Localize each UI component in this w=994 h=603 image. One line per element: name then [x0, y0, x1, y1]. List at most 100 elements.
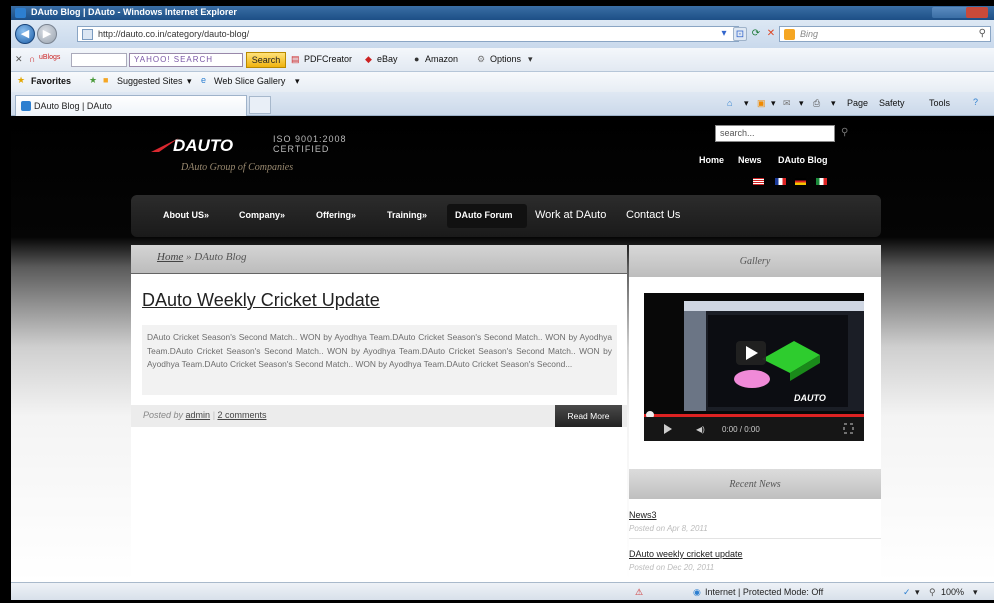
flag-france-icon[interactable] — [775, 178, 786, 185]
main-column — [131, 274, 627, 582]
iso-line1: ISO 9001:2008 — [273, 134, 347, 144]
web-page: DAUTO ISO 9001:2008 CERTIFIED DAuto Grou… — [11, 117, 994, 582]
yahoo-search-button[interactable]: Search — [246, 52, 286, 68]
back-button[interactable]: ◀ — [15, 24, 35, 44]
nav-about-us[interactable]: About US» — [163, 210, 209, 220]
search-icon[interactable]: ⚲ — [979, 28, 986, 39]
status-bar: ⚠ ◉ Internet | Protected Mode: Off ✓ ▾ ⚲… — [11, 582, 994, 600]
tools-menu[interactable]: Tools — [929, 98, 950, 108]
site-search-input[interactable]: search... — [715, 125, 835, 142]
video-progress[interactable] — [644, 414, 864, 417]
nav-offering[interactable]: Offering» — [316, 210, 356, 220]
breadcrumb-home[interactable]: Home — [157, 251, 183, 263]
top-link-home[interactable]: Home — [699, 155, 724, 165]
address-text: http://dauto.co.in/category/dauto-blog/ — [98, 29, 250, 39]
top-link-news[interactable]: News — [738, 155, 762, 165]
news-item-title[interactable]: News3 — [629, 510, 657, 520]
dauto-logo[interactable]: DAUTO — [149, 132, 267, 158]
gallery-video[interactable]: DAUTO ◀) 0:00 / 0:00 — [644, 293, 864, 441]
flag-italy-icon[interactable] — [816, 178, 827, 185]
forward-button[interactable]: ▶ — [37, 24, 57, 44]
ebay-icon: ◆ — [365, 54, 372, 64]
browser-window: DAuto Blog | DAuto - Windows Internet Ex… — [11, 0, 994, 603]
nav-contact-us[interactable]: Contact Us — [626, 209, 680, 221]
web-slice-gallery-link[interactable]: Web Slice Gallery — [214, 76, 285, 86]
zoom-chevron-icon[interactable]: ▾ — [973, 587, 978, 598]
post-meta: Posted by admin | 2 comments — [143, 410, 267, 420]
nav-forum[interactable]: DAuto Forum — [455, 210, 513, 220]
flag-germany-icon[interactable] — [795, 178, 806, 185]
volume-icon[interactable]: ◀) — [696, 425, 705, 434]
nav-work-at-dauto[interactable]: Work at DAuto — [535, 209, 606, 221]
print-chevron-icon[interactable]: ▾ — [831, 98, 836, 109]
print-icon[interactable]: ⎙ — [813, 98, 820, 109]
site-search-icon[interactable]: ⚲ — [841, 127, 848, 138]
internet-zone-icon: ◉ — [693, 587, 701, 597]
favorites-button[interactable]: Favorites — [31, 76, 71, 86]
new-tab-button[interactable] — [249, 96, 271, 114]
nav-company[interactable]: Company» — [239, 210, 285, 220]
mail-icon[interactable]: ✉ — [783, 98, 791, 109]
top-link-blog[interactable]: DAuto Blog — [778, 155, 828, 165]
svg-text:DAUTO: DAUTO — [173, 136, 233, 155]
suggested-sites-link[interactable]: Suggested Sites — [117, 76, 183, 86]
tab-favicon-icon — [21, 101, 31, 111]
help-icon[interactable]: ? — [973, 97, 978, 107]
pdfcreator-button[interactable]: PDFCreator — [304, 54, 352, 64]
post-author-link[interactable]: admin — [186, 410, 211, 420]
main-navigation: About US» Company» Offering» Training» D… — [131, 195, 881, 237]
tab-dauto-blog[interactable]: DAuto Blog | DAuto — [15, 95, 247, 116]
window-title: DAuto Blog | DAuto - Windows Internet Ex… — [31, 7, 237, 17]
compat-view-icon[interactable]: ⊡ — [733, 27, 747, 41]
nav-training[interactable]: Training» — [387, 210, 427, 220]
amazon-button[interactable]: Amazon — [425, 54, 458, 64]
read-more-button[interactable]: Read More — [555, 405, 622, 427]
ebay-button[interactable]: eBay — [377, 54, 398, 64]
page-menu[interactable]: Page — [847, 98, 868, 108]
web-slice-chevron-icon: ▾ — [295, 76, 300, 86]
yahoo-search-input[interactable]: YAHOO! SEARCH — [129, 53, 243, 67]
pdfcreator-icon: ▤ — [291, 54, 300, 64]
window-controls[interactable] — [932, 7, 988, 18]
options-button[interactable]: Options — [490, 54, 521, 64]
site-tagline: DAuto Group of Companies — [181, 162, 294, 173]
bing-icon — [784, 29, 795, 40]
iso-line2: CERTIFIED — [273, 144, 330, 154]
protected-mode-chevron-icon[interactable]: ▾ — [915, 587, 920, 598]
safety-menu[interactable]: Safety — [879, 98, 905, 108]
protected-mode-icon[interactable]: ✓ — [903, 587, 911, 598]
blog-input[interactable] — [71, 53, 127, 67]
stop-icon[interactable]: ✕ — [764, 27, 778, 41]
recent-news-title: Recent News — [729, 479, 781, 490]
iso-certification: ISO 9001:2008 CERTIFIED — [273, 134, 347, 154]
close-toolbar-icon[interactable]: ✕ — [15, 54, 23, 65]
compat-icon[interactable]: ▾ — [717, 27, 731, 41]
news-item-title[interactable]: DAuto weekly cricket update — [629, 549, 743, 559]
refresh-icon[interactable]: ⟳ — [749, 27, 763, 41]
security-zone-text[interactable]: Internet | Protected Mode: Off — [705, 587, 823, 597]
address-bar[interactable]: http://dauto.co.in/category/dauto-blog/ — [77, 26, 739, 42]
ublogs-icon: ∩ — [29, 54, 36, 64]
feeds-chevron-icon[interactable]: ▾ — [771, 98, 776, 109]
pink-disc-shape — [734, 370, 770, 388]
page-icon — [82, 29, 93, 40]
ie-icon — [15, 8, 26, 18]
home-chevron-icon[interactable]: ▾ — [744, 98, 749, 109]
video-time: 0:00 / 0:00 — [722, 425, 760, 434]
feeds-icon[interactable]: ▣ — [757, 98, 766, 109]
post-comments-link[interactable]: 2 comments — [217, 410, 266, 420]
news-divider — [629, 538, 881, 539]
zoom-level[interactable]: 100% — [941, 587, 964, 597]
home-icon[interactable]: ⌂ — [727, 98, 732, 108]
tab-title: DAuto Blog | DAuto — [34, 101, 112, 111]
favorites-star-icon: ★ — [17, 75, 26, 85]
ublogs-label[interactable]: uBlogs — [39, 54, 60, 61]
search-box[interactable]: Bing ⚲ — [779, 26, 991, 42]
breadcrumb: Home » DAuto Blog — [157, 251, 247, 263]
post-title[interactable]: DAuto Weekly Cricket Update — [142, 290, 380, 311]
add-favorite-icon[interactable]: ★ — [89, 75, 97, 86]
flag-us-icon[interactable] — [753, 178, 764, 185]
security-icon[interactable]: ⚠ — [635, 587, 643, 598]
mail-chevron-icon[interactable]: ▾ — [799, 98, 804, 109]
title-bar: DAuto Blog | DAuto - Windows Internet Ex… — [11, 6, 994, 20]
